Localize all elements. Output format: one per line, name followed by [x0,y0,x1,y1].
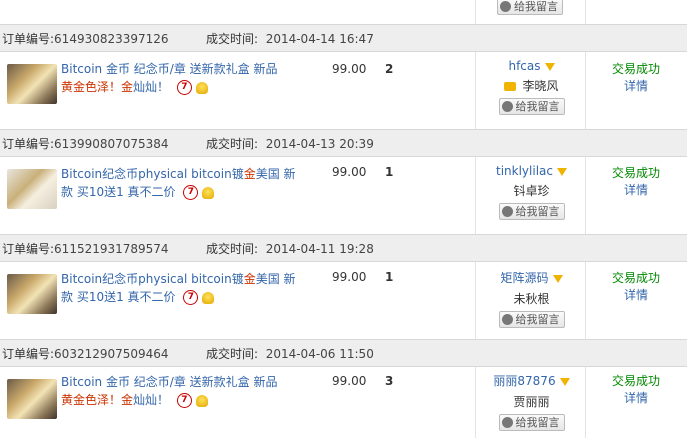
buyer-info: tinklylilac 钭卓珍 给我留言 [478,164,585,220]
buyer-nick-link[interactable]: 矩阵源码 [500,271,548,285]
buyer-info: 丽丽87876 贾丽丽 给我留言 [478,372,585,431]
details-link[interactable]: 详情 [586,182,686,199]
chat-icon[interactable] [504,82,517,91]
product-title-link[interactable]: Bitcoin纪念币physical bitcoin镀金美国 新款 买10送1 … [61,270,296,306]
order-number: 订单编号:603212907509464 [2,347,169,361]
status-text: 交易成功 [611,374,660,388]
message-icon [501,417,513,428]
filter-icon[interactable] [556,167,567,176]
order-header: 订单编号:611521931789574 成交时间: 2014-04-11 19… [0,234,687,262]
product-thumbnail[interactable] [7,64,57,104]
filter-icon[interactable] [544,62,555,71]
order-header: 订单编号:614930823397126 成交时间: 2014-04-14 16… [0,24,687,52]
status-text: 交易成功 [611,271,660,285]
top-partial-message[interactable]: 给我留言 [497,0,563,15]
buyer-nick-link[interactable]: 丽丽87876 [493,374,555,388]
guarantee-icon [195,394,208,407]
message-icon [501,206,513,217]
buyer-name: 未秋根 [513,292,550,306]
product-thumbnail[interactable] [7,274,57,314]
guarantee-icon [202,291,215,304]
order-row: Bitcoin纪念币physical bitcoin镀金美国 新款 买10送1 … [0,157,687,237]
product-thumbnail[interactable] [7,379,57,419]
status-text: 交易成功 [611,166,660,180]
buyer-name: 李晓风 [522,79,559,93]
deal-time: 成交时间: 2014-04-14 16:47 [206,32,374,46]
buyer-info: 矩阵源码 未秋根 给我留言 [478,269,585,328]
leave-message-button[interactable]: 给我留言 [498,98,565,115]
leave-message-button[interactable]: 给我留言 [497,0,563,15]
deal-time: 成交时间: 2014-04-06 11:50 [206,347,374,361]
leave-message-button[interactable]: 给我留言 [498,203,565,220]
message-icon [501,314,513,325]
message-icon [500,1,511,12]
order-number: 订单编号:611521931789574 [2,242,169,256]
quantity: 3 [385,374,394,388]
seven-day-return-icon: 7 [183,290,199,305]
filter-icon[interactable] [559,377,570,386]
buyer-nick-link[interactable]: tinklylilac [496,164,553,178]
order-number: 订单编号:614930823397126 [2,32,169,46]
guarantee-icon [195,81,208,94]
order-header: 订单编号:613990807075384 成交时间: 2014-04-13 20… [0,129,687,157]
order-status: 交易成功 详情 [586,270,686,304]
price: 99.00 [332,374,367,388]
quantity: 2 [385,62,394,76]
leave-message-button[interactable]: 给我留言 [498,311,565,328]
order-row: Bitcoin 金币 纪念币/章 送新款礼盒 新品 黄金色泽！金灿灿！ 7 99… [0,367,687,447]
order-status: 交易成功 详情 [586,61,686,95]
details-link[interactable]: 详情 [586,390,686,407]
product-title-link[interactable]: Bitcoin纪念币physical bitcoin镀金美国 新款 买10送1 … [61,165,296,201]
order-header: 订单编号:603212907509464 成交时间: 2014-04-06 11… [0,339,687,367]
details-link[interactable]: 详情 [586,287,686,304]
buyer-name: 贾丽丽 [513,395,550,409]
status-text: 交易成功 [611,62,660,76]
order-number: 订单编号:613990807075384 [2,137,169,151]
order-row: Bitcoin 金币 纪念币/章 送新款礼盒 新品 黄金色泽！金灿灿！ 7 99… [0,52,687,132]
price: 99.00 [332,62,367,76]
details-link[interactable]: 详情 [586,78,686,95]
message-icon [501,101,513,112]
product-title-link[interactable]: Bitcoin 金币 纪念币/章 送新款礼盒 新品 黄金色泽！金灿灿！ 7 [61,60,296,96]
buyer-name: 钭卓珍 [513,184,550,198]
quantity: 1 [385,270,394,284]
seven-day-return-icon: 7 [176,393,192,408]
buyer-nick-link[interactable]: hfcas [508,59,540,73]
price: 99.00 [332,270,367,284]
guarantee-icon [202,186,215,199]
deal-time: 成交时间: 2014-04-13 20:39 [206,137,374,151]
seven-day-return-icon: 7 [183,185,199,200]
buyer-info: hfcas 李晓风 给我留言 [478,59,585,115]
deal-time: 成交时间: 2014-04-11 19:28 [206,242,374,256]
price: 99.00 [332,165,367,179]
order-row: Bitcoin纪念币physical bitcoin镀金美国 新款 买10送1 … [0,262,687,342]
product-title-link[interactable]: Bitcoin 金币 纪念币/章 送新款礼盒 新品 黄金色泽！金灿灿！ 7 [61,373,296,409]
leave-message-button[interactable]: 给我留言 [498,414,565,431]
filter-icon[interactable] [552,274,563,283]
order-status: 交易成功 详情 [586,373,686,407]
product-thumbnail[interactable] [7,169,57,209]
order-status: 交易成功 详情 [586,165,686,199]
seven-day-return-icon: 7 [176,80,192,95]
quantity: 1 [385,165,394,179]
